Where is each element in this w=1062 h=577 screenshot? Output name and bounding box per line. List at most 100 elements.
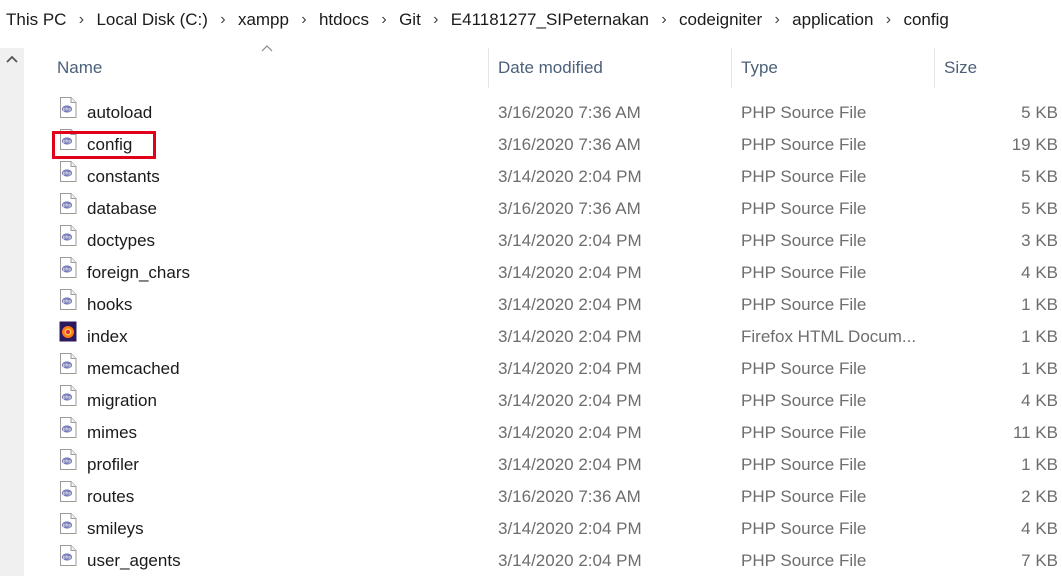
php-file-icon: php — [59, 289, 77, 310]
chevron-right-icon[interactable]: › — [295, 11, 313, 29]
file-date: 3/16/2020 7:36 AM — [498, 199, 641, 218]
file-row-constants[interactable]: php constants 3/14/2020 2:04 PM PHP Source … — [0, 161, 1062, 193]
column-headers: Name Date modified Type Size — [0, 48, 1062, 88]
file-type: PHP Source File — [741, 263, 867, 282]
column-header-date[interactable]: Date modified — [498, 48, 603, 88]
file-row-doctypes[interactable]: php doctypes 3/14/2020 2:04 PM PHP Source F… — [0, 225, 1062, 257]
file-row-user_agents[interactable]: php user_agents 3/14/2020 2:04 PM PHP Sourc… — [0, 545, 1062, 577]
chevron-right-icon[interactable]: › — [768, 11, 786, 29]
file-row-database[interactable]: php database 3/16/2020 7:36 AM PHP Source F… — [0, 193, 1062, 225]
breadcrumb-item[interactable]: Local Disk (C:) — [90, 10, 213, 30]
breadcrumb-item[interactable]: config — [897, 10, 954, 30]
chevron-right-icon[interactable]: › — [214, 11, 232, 29]
breadcrumb-item[interactable]: This PC — [0, 10, 72, 30]
svg-text:php: php — [63, 491, 72, 497]
file-date: 3/14/2020 2:04 PM — [498, 327, 642, 346]
file-date: 3/16/2020 7:36 AM — [498, 103, 641, 122]
file-row-memcached[interactable]: php memcached 3/14/2020 2:04 PM PHP Source … — [0, 353, 1062, 385]
file-type: PHP Source File — [741, 391, 867, 410]
php-file-icon: php — [59, 97, 77, 118]
file-size: 5 KB — [1021, 199, 1058, 218]
php-file-icon: php — [59, 225, 77, 246]
file-size: 2 KB — [1021, 487, 1058, 506]
file-name: index — [87, 327, 128, 346]
file-size: 5 KB — [1021, 167, 1058, 186]
file-name: user_agents — [87, 551, 181, 570]
file-name: migration — [87, 391, 157, 410]
breadcrumb: This PC › Local Disk (C:) › xampp › htdocs › Git… — [0, 0, 1062, 40]
svg-text:php: php — [63, 203, 72, 209]
breadcrumb-item[interactable]: E41181277_SIPeternakan — [445, 10, 655, 30]
php-file-icon: php — [59, 193, 77, 214]
php-file-icon: php — [59, 161, 77, 182]
file-size: 1 KB — [1021, 295, 1058, 314]
chevron-right-icon[interactable]: › — [655, 11, 673, 29]
file-name: foreign_chars — [87, 263, 191, 282]
file-type: PHP Source File — [741, 103, 867, 122]
php-file-icon: php — [59, 353, 77, 374]
file-row-mimes[interactable]: php mimes 3/14/2020 2:04 PM PHP Source File… — [0, 417, 1062, 449]
file-type: Firefox HTML Docum... — [741, 327, 917, 346]
file-name: profiler — [87, 455, 139, 474]
breadcrumb-item[interactable]: htdocs — [313, 10, 375, 30]
svg-text:php: php — [63, 363, 72, 369]
svg-text:php: php — [63, 235, 72, 241]
file-name: doctypes — [87, 231, 156, 250]
file-size: 1 KB — [1021, 455, 1058, 474]
breadcrumb-item[interactable]: codeigniter — [673, 10, 768, 30]
file-size: 4 KB — [1021, 519, 1058, 538]
file-type: PHP Source File — [741, 455, 867, 474]
svg-text:php: php — [63, 267, 72, 273]
php-file-icon: php — [59, 481, 77, 502]
file-row-smileys[interactable]: php smileys 3/14/2020 2:04 PM PHP Source Fi… — [0, 513, 1062, 545]
svg-text:php: php — [63, 139, 72, 145]
file-name: hooks — [87, 295, 133, 314]
file-size: 4 KB — [1021, 391, 1058, 410]
file-row-index[interactable]: index 3/14/2020 2:04 PM Firefox HTML Docum… — [0, 321, 1062, 353]
file-size: 1 KB — [1021, 359, 1058, 378]
breadcrumb-item[interactable]: application — [786, 10, 879, 30]
php-file-icon: php — [59, 513, 77, 534]
svg-text:php: php — [63, 523, 72, 529]
file-type: PHP Source File — [741, 199, 867, 218]
column-divider[interactable] — [731, 48, 732, 88]
file-date: 3/14/2020 2:04 PM — [498, 551, 642, 570]
column-header-name[interactable]: Name — [57, 48, 102, 88]
file-name: smileys — [87, 519, 144, 538]
breadcrumb-item[interactable]: xampp — [232, 10, 295, 30]
column-header-type[interactable]: Type — [741, 48, 778, 88]
file-row-profiler[interactable]: php profiler 3/14/2020 2:04 PM PHP Source F… — [0, 449, 1062, 481]
file-size: 4 KB — [1021, 263, 1058, 282]
file-row-routes[interactable]: php routes 3/16/2020 7:36 AM PHP Source Fil… — [0, 481, 1062, 513]
file-date: 3/14/2020 2:04 PM — [498, 391, 642, 410]
file-size: 3 KB — [1021, 231, 1058, 250]
column-divider[interactable] — [934, 48, 935, 88]
file-row-migration[interactable]: php migration 3/14/2020 2:04 PM PHP Source … — [0, 385, 1062, 417]
firefox-html-icon — [59, 321, 77, 342]
file-date: 3/14/2020 2:04 PM — [498, 167, 642, 186]
file-type: PHP Source File — [741, 167, 867, 186]
file-date: 3/14/2020 2:04 PM — [498, 455, 642, 474]
file-name: mimes — [87, 423, 138, 442]
chevron-right-icon[interactable]: › — [427, 11, 445, 29]
file-row-foreign_chars[interactable]: php foreign_chars 3/14/2020 2:04 PM PHP Sou… — [0, 257, 1062, 289]
php-file-icon: php — [59, 257, 77, 278]
file-date: 3/14/2020 2:04 PM — [498, 263, 642, 282]
breadcrumb-item[interactable]: Git — [393, 10, 427, 30]
svg-text:php: php — [63, 555, 72, 561]
file-type: PHP Source File — [741, 519, 867, 538]
chevron-right-icon[interactable]: › — [375, 11, 393, 29]
chevron-right-icon[interactable]: › — [72, 11, 90, 29]
column-header-size[interactable]: Size — [944, 48, 977, 88]
file-name: routes — [87, 487, 135, 506]
file-type: PHP Source File — [741, 135, 867, 154]
file-size: 7 KB — [1021, 551, 1058, 570]
file-type: PHP Source File — [741, 359, 867, 378]
chevron-right-icon[interactable]: › — [879, 11, 897, 29]
file-list: php autoload 3/16/2020 7:36 AM PHP Source F… — [0, 97, 1062, 577]
column-divider[interactable] — [488, 48, 489, 88]
file-row-autoload[interactable]: php autoload 3/16/2020 7:36 AM PHP Source F… — [0, 97, 1062, 129]
file-row-hooks[interactable]: php hooks 3/14/2020 2:04 PM PHP Source File… — [0, 289, 1062, 321]
file-date: 3/14/2020 2:04 PM — [498, 519, 642, 538]
file-row-config[interactable]: php config 3/16/2020 7:36 AM PHP Source Fil… — [0, 129, 1062, 161]
